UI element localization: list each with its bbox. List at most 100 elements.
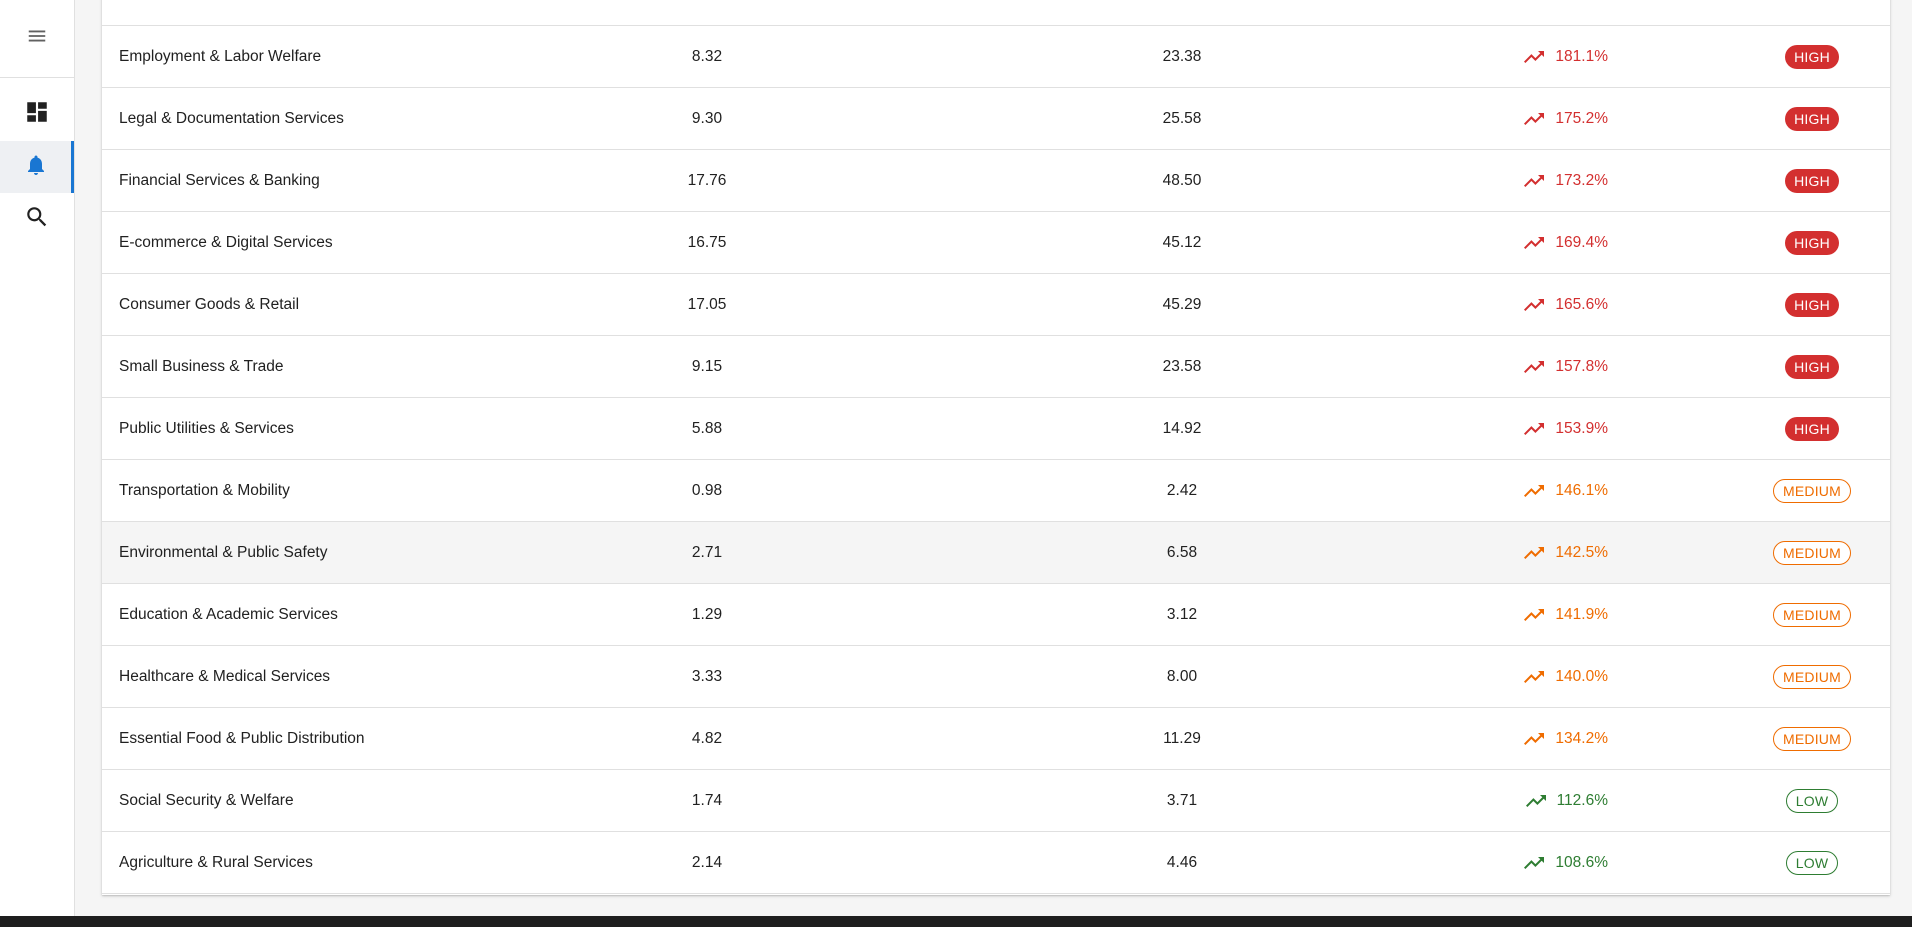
dashboard-icon: [24, 99, 50, 130]
menu-icon: [26, 25, 48, 52]
table-row-partial: [102, 0, 1890, 26]
percent-change-value: 153.9%: [1555, 419, 1608, 437]
trending-up-icon: [1522, 169, 1546, 193]
trending-up-icon: [1522, 665, 1546, 689]
category-name: E-commerce & Digital Services: [119, 233, 333, 251]
risk-cell: LOW: [1762, 832, 1862, 893]
percent-change-value: 157.8%: [1555, 357, 1608, 375]
category-name: Small Business & Trade: [119, 357, 284, 375]
trending-up-icon: [1522, 851, 1546, 875]
percent-change-value: 142.5%: [1555, 543, 1608, 561]
value-before: 9.15: [691, 357, 723, 375]
trending-up-icon: [1522, 603, 1546, 627]
table-row[interactable]: Public Utilities & Services 5.88 14.92 1…: [102, 398, 1890, 460]
risk-cell: HIGH: [1762, 212, 1862, 273]
sidebar-item-search[interactable]: [0, 193, 74, 245]
value-before: 16.75: [687, 233, 727, 251]
percent-change-value: 181.1%: [1555, 47, 1608, 65]
category-name: Social Security & Welfare: [119, 791, 294, 809]
percent-change-value: 169.4%: [1555, 233, 1608, 251]
table-row[interactable]: Transportation & Mobility 0.98 2.42 146.…: [102, 460, 1890, 522]
risk-badge: MEDIUM: [1773, 540, 1851, 565]
percent-change: 165.6%: [1308, 274, 1608, 335]
risk-cell: MEDIUM: [1762, 646, 1862, 707]
risk-badge: MEDIUM: [1773, 602, 1851, 627]
risk-badge: HIGH: [1785, 106, 1839, 131]
risk-badge: MEDIUM: [1773, 726, 1851, 751]
percent-change-value: 134.2%: [1555, 729, 1608, 747]
sidebar-item-alerts[interactable]: [0, 141, 74, 193]
risk-cell: HIGH: [1762, 336, 1862, 397]
trending-up-icon: [1522, 479, 1546, 503]
risk-cell: HIGH: [1762, 274, 1862, 335]
percent-change-value: 146.1%: [1555, 481, 1608, 499]
risk-cell: HIGH: [1762, 88, 1862, 149]
trending-up-icon: [1522, 45, 1546, 69]
percent-change: 134.2%: [1308, 708, 1608, 769]
table-row[interactable]: Environmental & Public Safety 2.71 6.58 …: [102, 522, 1890, 584]
risk-badge: MEDIUM: [1773, 478, 1851, 503]
category-name: Transportation & Mobility: [119, 481, 290, 499]
table-row[interactable]: Consumer Goods & Retail 17.05 45.29 165.…: [102, 274, 1890, 336]
bell-icon: [24, 153, 48, 182]
table-row[interactable]: Legal & Documentation Services 9.30 25.5…: [102, 88, 1890, 150]
table-row[interactable]: Financial Services & Banking 17.76 48.50…: [102, 150, 1890, 212]
trending-up-icon: [1524, 789, 1548, 813]
risk-cell: LOW: [1762, 770, 1862, 831]
table-row[interactable]: Employment & Labor Welfare 8.32 23.38 18…: [102, 26, 1890, 88]
table-body: Employment & Labor Welfare 8.32 23.38 18…: [102, 0, 1890, 894]
value-before: 17.76: [687, 171, 727, 189]
risk-cell: MEDIUM: [1762, 460, 1862, 521]
risk-badge: HIGH: [1785, 416, 1839, 441]
value-before: 8.32: [691, 47, 723, 65]
trending-up-icon: [1522, 355, 1546, 379]
value-before: 3.33: [691, 667, 723, 685]
search-icon: [24, 204, 50, 235]
percent-change: 141.9%: [1308, 584, 1608, 645]
trending-up-icon: [1522, 293, 1546, 317]
value-before: 17.05: [687, 295, 727, 313]
value-before: 9.30: [691, 109, 723, 127]
risk-cell: HIGH: [1762, 398, 1862, 459]
value-before: 2.14: [691, 853, 723, 871]
table-row[interactable]: Agriculture & Rural Services 2.14 4.46 1…: [102, 832, 1890, 894]
value-before: 2.71: [691, 543, 723, 561]
value-before: 4.82: [691, 729, 723, 747]
category-name: Legal & Documentation Services: [119, 109, 344, 127]
menu-button[interactable]: [0, 0, 74, 78]
risk-badge: LOW: [1785, 850, 1839, 875]
category-table: Employment & Labor Welfare 8.32 23.38 18…: [102, 0, 1890, 895]
risk-cell: MEDIUM: [1762, 708, 1862, 769]
app: Employment & Labor Welfare 8.32 23.38 18…: [0, 0, 1912, 927]
category-name: Healthcare & Medical Services: [119, 667, 331, 685]
table-row[interactable]: Education & Academic Services 1.29 3.12 …: [102, 584, 1890, 646]
percent-change: 175.2%: [1308, 88, 1608, 149]
sidebar: [0, 0, 75, 916]
table-row[interactable]: Essential Food & Public Distribution 4.8…: [102, 708, 1890, 770]
percent-change-value: 140.0%: [1555, 667, 1608, 685]
percent-change: 169.4%: [1308, 212, 1608, 273]
sidebar-item-dashboard[interactable]: [0, 88, 74, 140]
percent-change-value: 141.9%: [1555, 605, 1608, 623]
percent-change-value: 175.2%: [1555, 109, 1608, 127]
percent-change-value: 165.6%: [1555, 295, 1608, 313]
table-row[interactable]: Small Business & Trade 9.15 23.58 157.8%…: [102, 336, 1890, 398]
table-row[interactable]: Healthcare & Medical Services 3.33 8.00 …: [102, 646, 1890, 708]
percent-change: 157.8%: [1308, 336, 1608, 397]
category-name: Public Utilities & Services: [119, 419, 294, 437]
value-before: 1.74: [691, 791, 723, 809]
value-before: 5.88: [691, 419, 723, 437]
risk-badge: MEDIUM: [1773, 664, 1851, 689]
value-before: 0.98: [691, 481, 723, 499]
table-row[interactable]: Social Security & Welfare 1.74 3.71 112.…: [102, 770, 1890, 832]
category-name: Essential Food & Public Distribution: [119, 729, 365, 747]
risk-cell: MEDIUM: [1762, 584, 1862, 645]
table-row[interactable]: E-commerce & Digital Services 16.75 45.1…: [102, 212, 1890, 274]
percent-change: 112.6%: [1308, 770, 1608, 831]
trending-up-icon: [1522, 417, 1546, 441]
trending-up-icon: [1522, 541, 1546, 565]
risk-cell: HIGH: [1762, 26, 1862, 87]
risk-cell: MEDIUM: [1762, 522, 1862, 583]
percent-change-value: 173.2%: [1555, 171, 1608, 189]
risk-cell: HIGH: [1762, 150, 1862, 211]
